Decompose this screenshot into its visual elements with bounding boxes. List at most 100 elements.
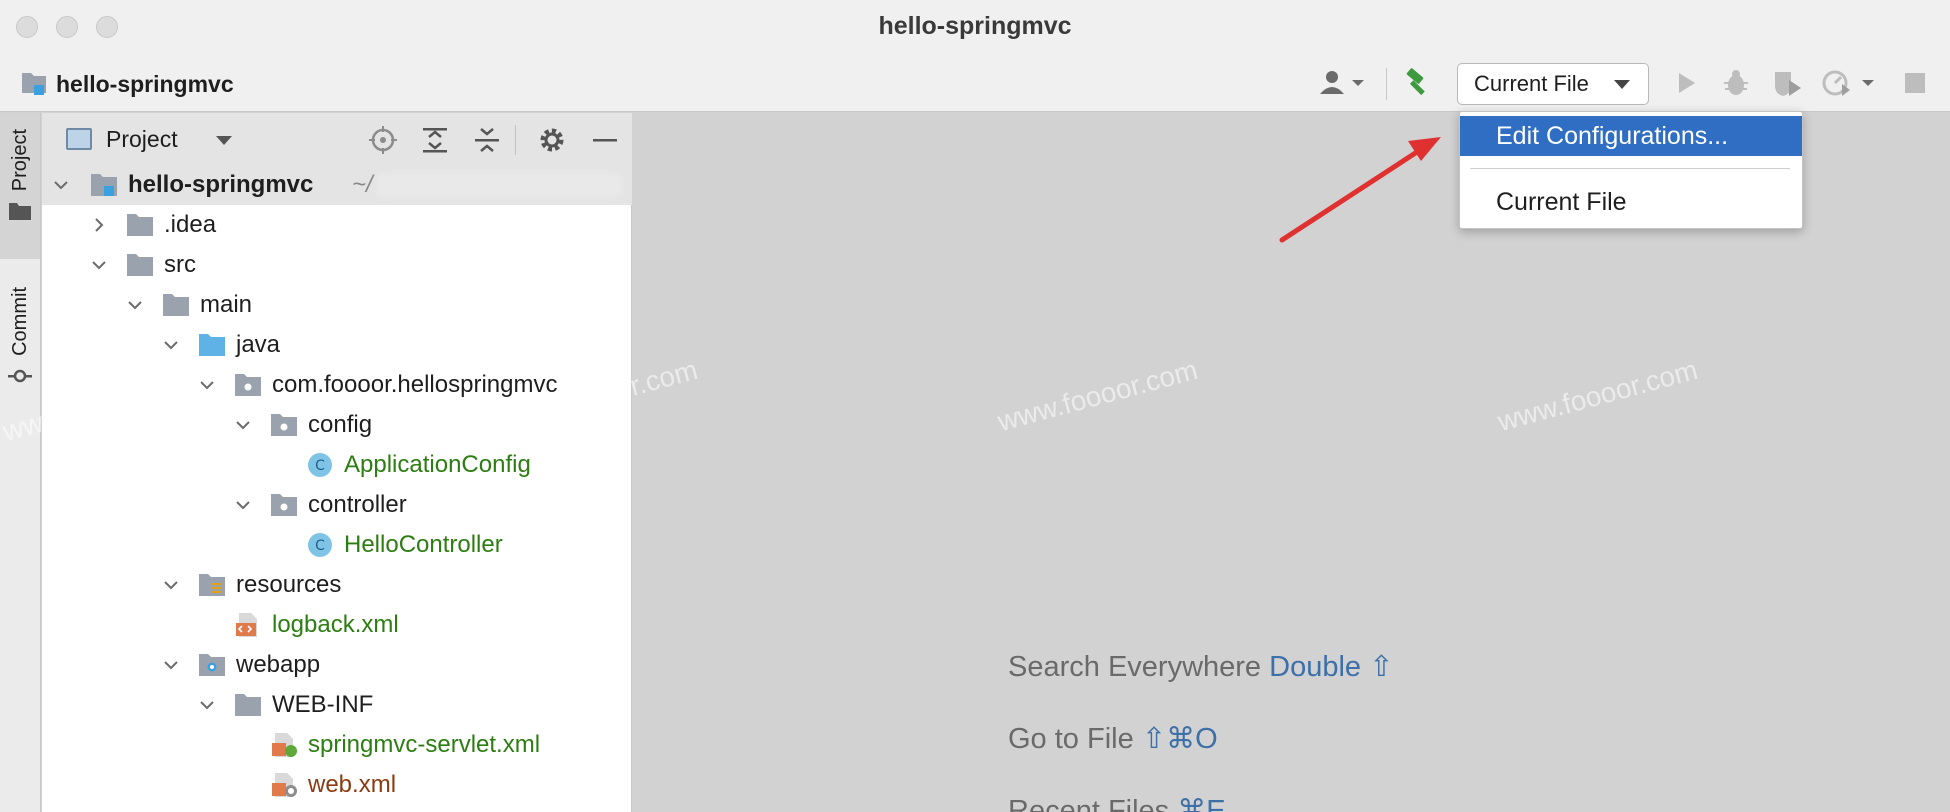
hint-shortcut: Double ⇧ — [1269, 651, 1394, 683]
title-bar: hello-springmvc — [0, 0, 1950, 54]
tree-node-path: ~/ — [352, 171, 373, 198]
tree-node[interactable]: src — [42, 245, 632, 285]
hide-panel-icon[interactable] — [590, 125, 620, 155]
xml-file-icon — [236, 613, 257, 637]
folder-icon — [163, 294, 189, 316]
chevron-down-icon[interactable] — [162, 656, 180, 674]
tree-node[interactable]: springmvc-servlet.xml — [42, 725, 632, 765]
chevron-down-icon[interactable] — [234, 416, 252, 434]
select-opened-file-icon[interactable] — [368, 125, 398, 155]
chevron-down-icon[interactable] — [162, 576, 180, 594]
tree-node[interactable]: C HelloController — [42, 525, 632, 565]
tree-node-root[interactable]: hello-springmvc ~/ — [42, 165, 632, 205]
tree-node[interactable]: C ApplicationConfig — [42, 445, 632, 485]
stop-icon[interactable] — [1898, 68, 1932, 98]
tree-node[interactable]: com.foooor.hellospringmvc — [42, 365, 632, 405]
tree-node[interactable]: java — [42, 325, 632, 365]
folder-icon — [9, 203, 31, 221]
profile-icon[interactable] — [1820, 68, 1880, 98]
chevron-down-icon[interactable] — [216, 136, 232, 145]
header-separator — [515, 125, 516, 155]
chevron-down-icon[interactable] — [198, 376, 216, 394]
java-class-icon: C — [308, 533, 332, 557]
tool-tab-project[interactable]: Project — [0, 113, 40, 259]
tree-node-label: ApplicationConfig — [344, 451, 531, 478]
tree-node-label: web.xml — [308, 771, 397, 798]
project-tool-window: Project hello-springmvc ~/ .idea src mai… — [42, 113, 632, 812]
window-title: hello-springmvc — [878, 12, 1072, 40]
tool-tab-commit[interactable]: Commit — [0, 273, 40, 423]
project-view-selector[interactable]: Project — [106, 126, 178, 153]
project-folder-icon — [22, 73, 46, 95]
source-folder-icon — [199, 334, 225, 356]
hint-recent-files: Recent Files ⌘E — [1008, 793, 1226, 812]
package-icon — [271, 414, 297, 436]
expand-all-icon[interactable] — [420, 125, 450, 155]
hint-text: Recent Files — [1008, 795, 1170, 812]
redacted-path — [377, 173, 622, 197]
run-with-coverage-icon[interactable] — [1770, 68, 1804, 98]
hint-text: Go to File — [1008, 723, 1134, 755]
svg-text:C: C — [315, 458, 325, 474]
tree-node[interactable]: main — [42, 285, 632, 325]
tree-node[interactable]: resources — [42, 565, 632, 605]
hint-shortcut: ⇧⌘O — [1141, 723, 1218, 755]
tree-node[interactable]: .idea — [42, 205, 632, 245]
tool-tab-project-label: Project — [8, 129, 31, 192]
tree-node[interactable]: controller — [42, 485, 632, 525]
tree-node-label: springmvc-servlet.xml — [308, 731, 541, 758]
tree-node-label: controller — [308, 491, 407, 518]
tree-node-label: WEB-INF — [272, 691, 374, 718]
tree-node-label: config — [308, 411, 373, 438]
commit-icon — [8, 369, 32, 383]
chevron-down-icon[interactable] — [234, 496, 252, 514]
menu-item-edit-configurations[interactable]: Edit Configurations... — [1460, 116, 1802, 156]
chevron-down-icon[interactable] — [198, 696, 216, 714]
project-view-icon — [66, 128, 92, 150]
hint-text: Search Everywhere — [1008, 651, 1262, 683]
hint-search-everywhere: Search Everywhere Double ⇧ — [1008, 649, 1393, 684]
chevron-down-icon[interactable] — [52, 176, 70, 194]
spring-xml-file-icon — [272, 733, 297, 757]
tree-node-label: java — [236, 331, 281, 358]
menu-item-current-file[interactable]: Current File — [1460, 182, 1802, 222]
tree-node[interactable]: web.xml — [42, 765, 632, 805]
tree-node-label: webapp — [236, 651, 321, 678]
folder-icon — [127, 254, 153, 276]
run-configuration-selector[interactable]: Current File — [1457, 63, 1649, 105]
run-icon[interactable] — [1670, 68, 1702, 98]
left-tool-strip: Project Commit — [0, 113, 41, 812]
chevron-right-icon[interactable] — [90, 216, 108, 234]
tree-node[interactable]: webapp — [42, 645, 632, 685]
hint-shortcut: ⌘E — [1177, 795, 1226, 812]
tree-node-label: hello-springmvc — [128, 171, 314, 198]
tool-tab-commit-label: Commit — [8, 287, 31, 356]
debug-icon[interactable] — [1720, 68, 1752, 98]
tree-node-label: HelloController — [344, 531, 503, 558]
build-hammer-icon[interactable] — [1400, 68, 1434, 98]
chevron-down-icon[interactable] — [90, 256, 108, 274]
gear-icon[interactable] — [537, 125, 567, 155]
tree-node[interactable]: WEB-INF — [42, 685, 632, 725]
resources-folder-icon — [199, 574, 225, 596]
tree-node-label: com.foooor.hellospringmvc — [272, 371, 558, 398]
tree-node-label: .idea — [164, 211, 217, 238]
menu-separator — [1470, 168, 1790, 169]
chevron-down-icon[interactable] — [162, 336, 180, 354]
collapse-all-icon[interactable] — [472, 125, 502, 155]
project-panel-header: Project — [42, 113, 632, 165]
web-folder-icon — [199, 654, 225, 676]
tree-node-label: src — [164, 251, 196, 278]
chevron-down-icon[interactable] — [126, 296, 144, 314]
folder-icon — [235, 694, 261, 716]
toolbar-project-name[interactable]: hello-springmvc — [56, 71, 234, 98]
package-icon — [235, 374, 261, 396]
tree-node[interactable]: config — [42, 405, 632, 445]
run-configuration-label: Current File — [1474, 71, 1589, 96]
folder-icon — [127, 214, 153, 236]
tree-node[interactable]: logback.xml — [42, 605, 632, 645]
run-configuration-menu: Edit Configurations... Current File — [1459, 111, 1803, 229]
java-class-icon: C — [308, 453, 332, 477]
svg-text:C: C — [315, 538, 325, 554]
user-accounts-icon[interactable] — [1316, 68, 1370, 98]
